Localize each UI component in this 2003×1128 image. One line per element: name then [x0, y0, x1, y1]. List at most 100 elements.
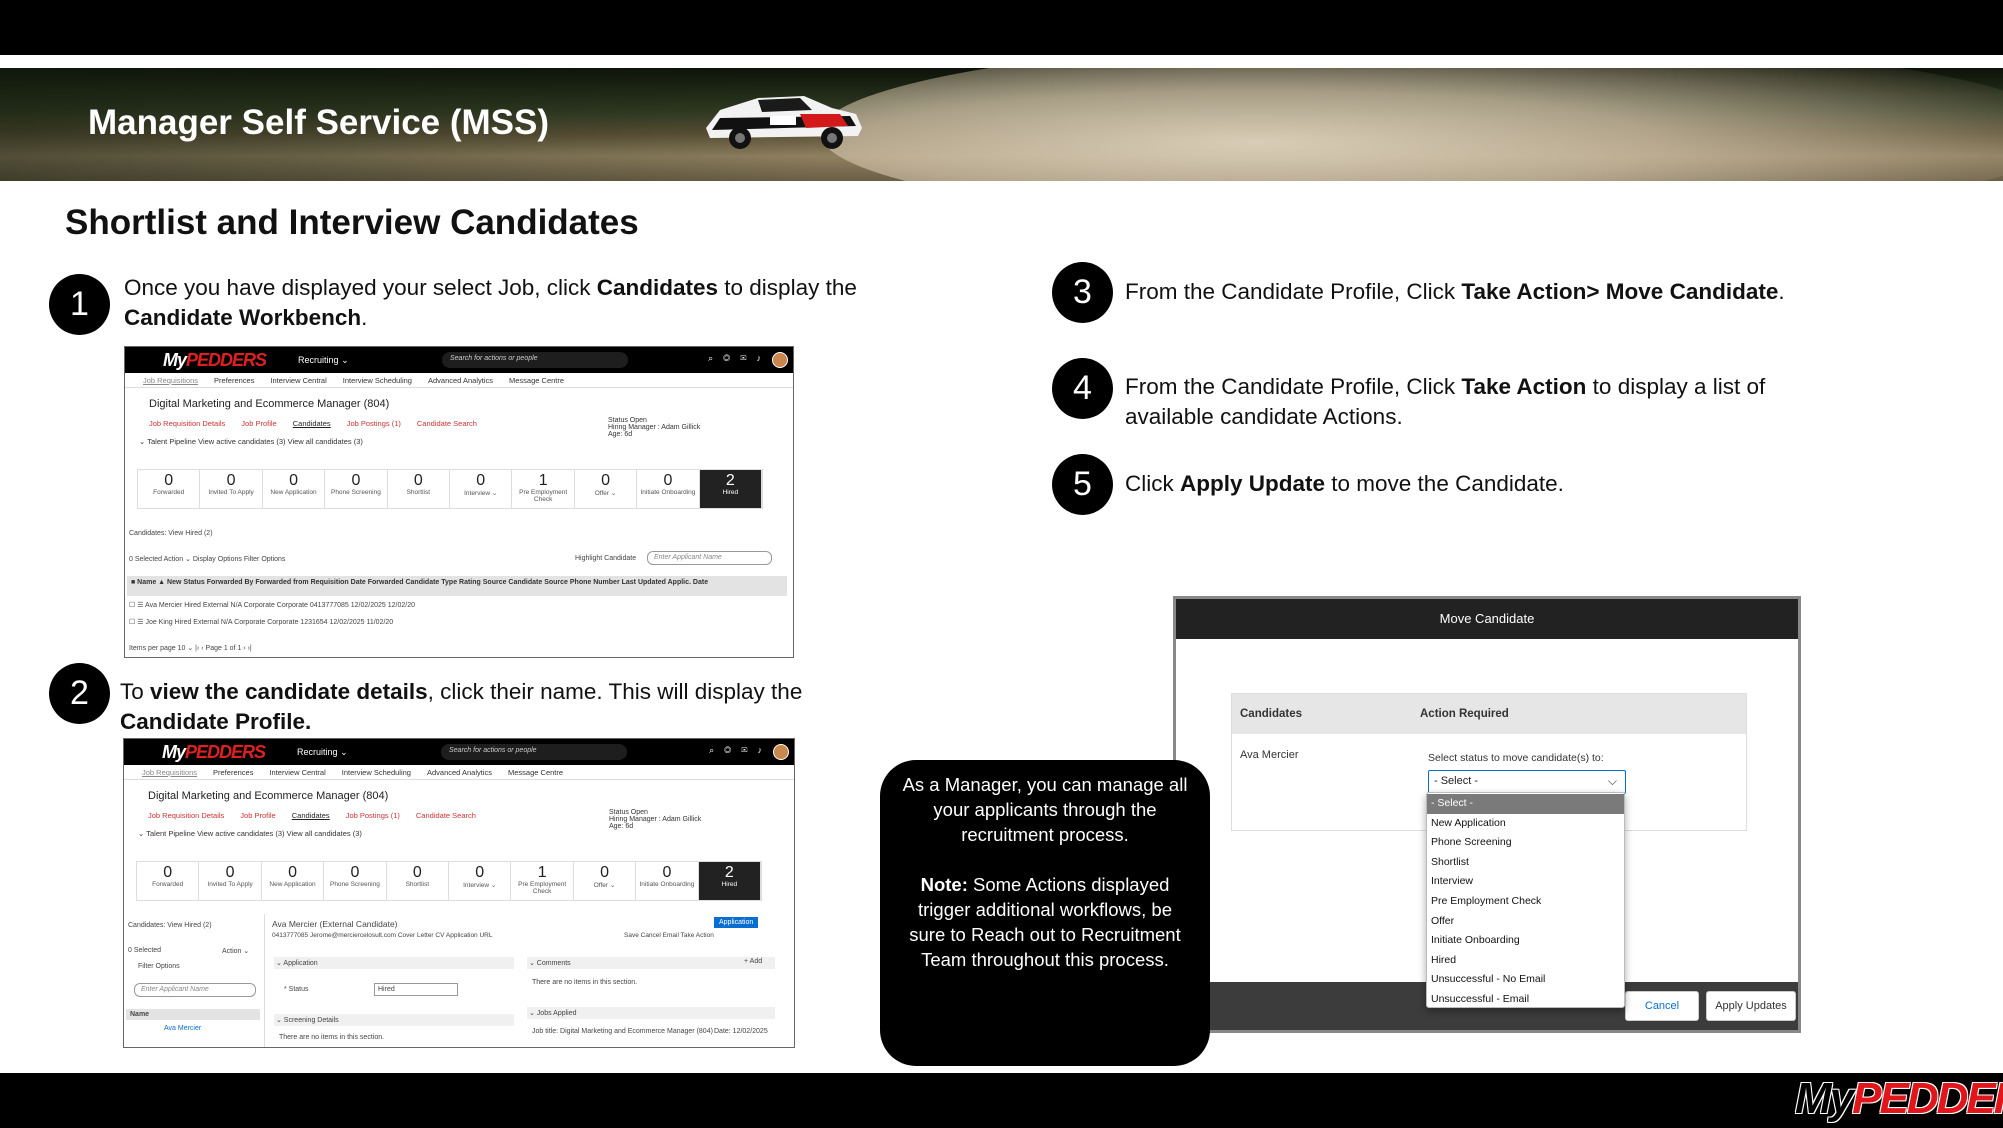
tab-candidates[interactable]: Candidates [293, 419, 331, 428]
header-icons[interactable]: ⌕◎✉♪ [709, 745, 772, 756]
dropdown-option[interactable]: Shortlist [1427, 853, 1624, 873]
mypedders-footer-logo: MyPEDDERS [1795, 1074, 2003, 1123]
pipeline-stage[interactable]: 0 Forwarded [137, 862, 200, 900]
profile-name: Ava Mercier (External Candidate) [272, 919, 398, 929]
candidate-name-link[interactable]: Ava Mercier [164, 1025, 201, 1032]
menu-item[interactable]: Message Centre [508, 768, 563, 779]
dropdown-option[interactable]: Pre Employment Check [1427, 892, 1624, 912]
pipeline-stage[interactable]: 0 Offer ⌄ [574, 862, 637, 900]
pipeline-stage[interactable]: 0 Initiate Onboarding [636, 862, 699, 900]
menu-item[interactable]: Interview Scheduling [343, 376, 412, 387]
menu-item[interactable]: Preferences [214, 376, 254, 387]
candidates-column-header: Candidates [1240, 708, 1302, 720]
menu-item[interactable]: Interview Central [270, 376, 326, 387]
dropdown-option[interactable]: Phone Screening [1427, 833, 1624, 853]
dropdown-option[interactable]: New Application [1427, 814, 1624, 834]
application-section[interactable]: ⌄ Application [274, 957, 514, 969]
mypedders-logo: MyPEDDERS [162, 741, 266, 762]
tab-job-profile[interactable]: Job Profile [240, 811, 275, 820]
tab-job-requisition-details[interactable]: Job Requisition Details [149, 419, 225, 428]
menu-item[interactable]: Job Requisitions [142, 768, 197, 779]
highlight-candidate-input[interactable]: Enter Applicant Name [647, 551, 772, 565]
pipeline-stage[interactable]: 0 Forwarded [138, 470, 201, 508]
tab-candidates[interactable]: Candidates [292, 811, 330, 820]
view-hired-label: Candidates: View Hired (2) [129, 530, 213, 537]
table-row[interactable]: ☐ ☰ Joe King Hired External N/A Corporat… [129, 618, 393, 626]
main-menu: Job Requisitions Preferences Interview C… [124, 765, 794, 780]
step-4-badge: 4 [1052, 358, 1113, 419]
dropdown-option[interactable]: Interview [1427, 872, 1624, 892]
pipeline-stage[interactable]: 0 New Application [262, 862, 325, 900]
pipeline-stage[interactable]: 0 Offer ⌄ [575, 470, 638, 508]
avatar[interactable] [772, 352, 788, 368]
dropdown-option[interactable]: - Select - [1427, 794, 1624, 814]
pipeline-stage[interactable]: 0 Interview ⌄ [449, 862, 512, 900]
grid-toolbar[interactable]: 0 Selected Action ⌄ Display Options Filt… [129, 555, 285, 563]
menu-item[interactable]: Advanced Analytics [428, 376, 493, 387]
module-selector[interactable]: Recruiting ⌄ [298, 355, 349, 366]
menu-item[interactable]: Job Requisitions [143, 376, 198, 387]
menu-item[interactable]: Interview Scheduling [342, 768, 411, 779]
chevron-down-icon: ⌵ [1607, 774, 1617, 788]
add-comment-button[interactable]: + Add [744, 958, 762, 965]
candidate-name: Ava Mercier [1240, 749, 1299, 761]
pager[interactable]: Items per page 10 ⌄ |‹ ‹ Page 1 of 1 › ›… [129, 644, 252, 652]
job-applied-title: Job title: Digital Marketing and Ecommer… [532, 1028, 713, 1035]
job-applied-date: Date: 12/02/2025 [714, 1028, 768, 1035]
dropdown-option[interactable]: Unsuccessful - No Email [1427, 970, 1624, 990]
view-hired-label: Candidates: View Hired (2) [128, 922, 212, 929]
profile-contacts: 0413777085 Jerome@merciercelosult.com Co… [272, 932, 493, 939]
pipeline-stage-hired[interactable]: 2 Hired [698, 862, 762, 900]
dropdown-option[interactable]: Unsuccessful - Email [1427, 990, 1624, 1010]
tab-job-postings[interactable]: Job Postings (1) [347, 419, 401, 428]
job-title: Digital Marketing and Ecommerce Manager … [149, 398, 390, 410]
table-row[interactable]: ☐ ☰ Ava Mercier Hired External N/A Corpo… [129, 601, 415, 609]
tab-candidate-search[interactable]: Candidate Search [417, 419, 477, 428]
filter-options[interactable]: Filter Options [138, 963, 180, 970]
pipeline-stage[interactable]: 1 Pre Employment Check [512, 470, 575, 508]
tab-candidate-search[interactable]: Candidate Search [416, 811, 476, 820]
left-action-menu[interactable]: Action ⌄ [222, 947, 249, 955]
pipeline-stage[interactable]: 0 Phone Screening [325, 470, 388, 508]
tab-job-profile[interactable]: Job Profile [241, 419, 276, 428]
pipeline-stage[interactable]: 1 Pre Employment Check [511, 862, 574, 900]
applicant-search-input[interactable]: Enter Applicant Name [134, 983, 256, 997]
menu-item[interactable]: Advanced Analytics [427, 768, 492, 779]
dropdown-option[interactable]: Hired [1427, 951, 1624, 971]
status-dropdown-list: - Select - New Application Phone Screeni… [1426, 792, 1625, 1008]
module-selector[interactable]: Recruiting ⌄ [297, 747, 348, 758]
header-icons[interactable]: ⌕◎✉♪ [708, 353, 771, 364]
pipeline-stage[interactable]: 0 Interview ⌄ [450, 470, 513, 508]
dialog-title: Move Candidate [1176, 599, 1798, 639]
menu-item[interactable]: Message Centre [509, 376, 564, 387]
jobs-applied-section[interactable]: ⌄ Jobs Applied [527, 1007, 775, 1019]
dropdown-option[interactable]: Offer [1427, 912, 1624, 932]
application-tab[interactable]: Application [714, 917, 759, 928]
pipeline-stage[interactable]: 0 Phone Screening [324, 862, 387, 900]
status-field-value[interactable]: Hired [374, 983, 458, 996]
search-input[interactable]: Search for actions or people [441, 744, 627, 760]
screening-section[interactable]: ⌄ Screening Details [274, 1014, 514, 1026]
pipeline-stage-hired[interactable]: 2 Hired [699, 470, 763, 508]
menu-item[interactable]: Preferences [213, 768, 253, 779]
tab-job-postings[interactable]: Job Postings (1) [346, 811, 400, 820]
avatar[interactable] [773, 744, 789, 760]
dropdown-option[interactable]: Initiate Onboarding [1427, 931, 1624, 951]
comments-section[interactable]: ⌄ Comments [527, 957, 775, 969]
apply-updates-button[interactable]: Apply Updates [1706, 991, 1796, 1021]
menu-item[interactable]: Interview Central [269, 768, 325, 779]
search-input[interactable]: Search for actions or people [442, 352, 628, 368]
pipeline-stage[interactable]: 0 Shortlist [388, 470, 451, 508]
tab-job-requisition-details[interactable]: Job Requisition Details [148, 811, 224, 820]
pipeline-stage[interactable]: 0 New Application [263, 470, 326, 508]
candidate-workbench-screenshot: MyPEDDERS Recruiting ⌄ Search for action… [124, 346, 794, 658]
talent-pipeline: 0 Forwarded 0 Invited To Apply 0 New Applic… [137, 469, 763, 509]
pipeline-stage[interactable]: 0 Shortlist [387, 862, 450, 900]
pipeline-stage[interactable]: 0 Initiate Onboarding [637, 470, 700, 508]
status-select[interactable]: - Select - ⌵ [1428, 770, 1626, 794]
cancel-button[interactable]: Cancel [1625, 991, 1699, 1021]
pipeline-stage[interactable]: 0 Invited To Apply [200, 470, 263, 508]
profile-actions[interactable]: Save Cancel Email Take Action [624, 932, 714, 939]
pipeline-stage[interactable]: 0 Invited To Apply [199, 862, 262, 900]
screening-empty: There are no items in this section. [279, 1034, 385, 1041]
